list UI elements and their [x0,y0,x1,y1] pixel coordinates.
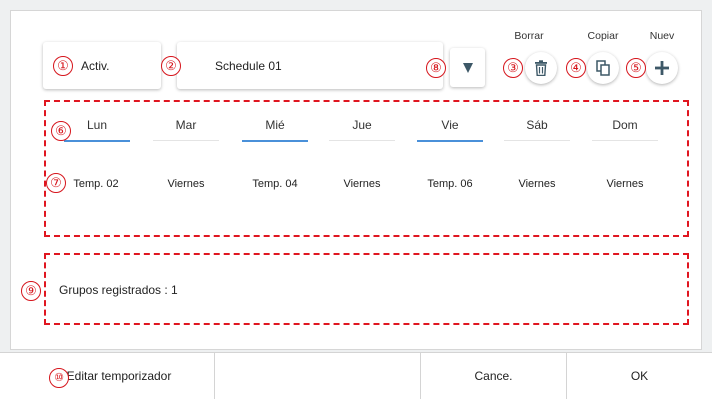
marker-3: ③ [503,58,523,78]
trash-icon [535,60,547,76]
plus-icon [655,61,669,75]
marker-7: ⑦ [46,173,66,193]
new-button[interactable] [646,52,678,84]
marker-9: ⑨ [21,281,41,301]
day-tab-dom[interactable]: Dom [592,118,658,141]
day-tab-mie[interactable]: Mié [242,118,308,142]
marker-2: ② [161,56,181,76]
copy-icon [596,60,610,76]
day-tab-sab[interactable]: Sáb [504,118,570,141]
schedule-dropdown-button[interactable] [450,48,485,87]
ok-button[interactable]: OK [566,352,712,399]
day-value-mar: Viernes [167,178,205,190]
registered-groups-label: Grupos registrados : 1 [59,283,178,297]
schedule-name-field[interactable]: Schedule 01 [177,42,443,89]
cancel-label: Cance. [474,369,513,383]
day-value-mie: Temp. 04 [252,178,298,190]
day-value-vie: Temp. 06 [427,178,473,190]
delete-label: Borrar [514,30,544,42]
copy-button[interactable] [587,52,619,84]
delete-button[interactable] [525,52,557,84]
day-tab-mar[interactable]: Mar [153,118,219,141]
new-label: Nuev [649,30,675,42]
ok-label: OK [630,369,649,383]
day-tab-jue[interactable]: Jue [329,118,395,141]
marker-6: ⑥ [51,121,71,141]
marker-1: ① [53,56,73,76]
marker-4: ④ [566,58,586,78]
edit-timer-button[interactable]: Editar temporizador [0,352,215,399]
dropdown-arrow-icon [462,62,473,73]
activation-label: Activ. [81,58,110,73]
copy-label: Copiar [587,30,619,42]
marker-8: ⑧ [426,58,446,78]
marker-5: ⑤ [626,58,646,78]
edit-timer-label: Editar temporizador [66,369,172,383]
day-tab-vie[interactable]: Vie [417,118,483,142]
cancel-button[interactable]: Cance. [420,352,566,399]
day-value-sab: Viernes [518,178,556,190]
day-value-jue: Viernes [343,178,381,190]
bottom-spacer [215,352,420,399]
day-tab-lun[interactable]: Lun [64,118,130,142]
day-value-dom: Viernes [606,178,644,190]
schedule-name: Schedule 01 [215,58,282,73]
day-value-lun: Temp. 02 [73,178,119,190]
marker-10: ⑩ [49,368,69,388]
